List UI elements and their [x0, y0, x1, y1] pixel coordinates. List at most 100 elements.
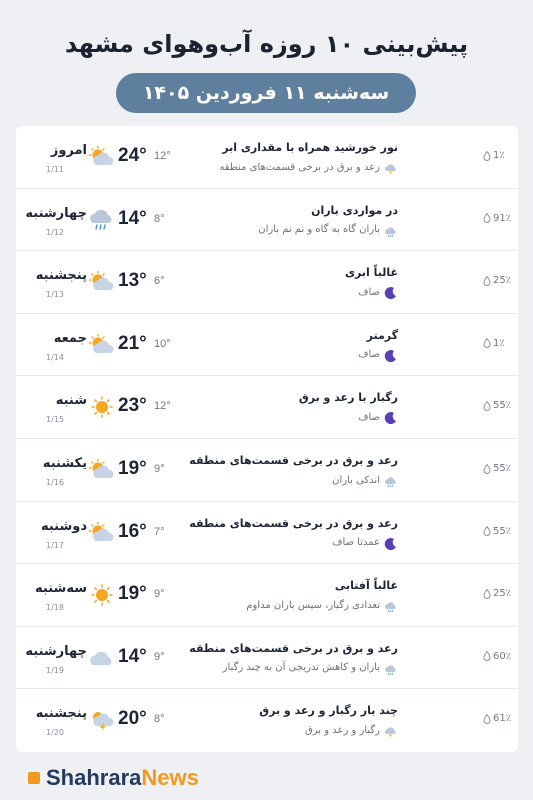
day-name: سه‌شنبه	[35, 581, 87, 597]
day-date: 1/12	[46, 227, 64, 237]
page-title: پیش‌بینی ۱۰ روزه آب‌وهوای مشهد	[64, 30, 469, 58]
day-condition: در مواردی باران	[311, 203, 398, 217]
drop-icon	[483, 275, 491, 286]
precipitation: 1٪	[483, 150, 515, 161]
brand-logo: ShahraraNews	[28, 764, 199, 792]
night-forecast: اندکی باران	[148, 473, 398, 488]
precip-value: 60٪	[493, 650, 512, 662]
day-date: 1/11	[46, 165, 64, 174]
rain-cloud-icon	[88, 209, 116, 231]
day-name: پنجشنبه	[35, 706, 87, 722]
day-date: 1/15	[46, 415, 64, 425]
precip-value: 25٪	[493, 275, 512, 287]
day-condition: رعد و برق در برخی قسمت‌های منطقه	[189, 641, 398, 655]
high-temp: 19°	[118, 458, 147, 479]
thunder-sun-icon	[88, 709, 116, 732]
forecast-row: چهارشنبه 1/12 14° 8° در مواردی باران بار…	[16, 189, 518, 252]
day-date: 1/13	[46, 290, 64, 300]
day-name: چهارشنبه	[25, 643, 87, 659]
day-name: چهارشنبه	[25, 205, 87, 221]
high-temp: 14°	[118, 207, 147, 229]
precip-value: 25٪	[493, 588, 512, 600]
day-date: 1/19	[46, 665, 64, 675]
precip-value: 61٪	[493, 713, 512, 725]
night-condition: صاف	[358, 349, 380, 361]
forecast-card: امروز 1/11 24° 12° نور خورشید همراه با م…	[16, 126, 518, 752]
rain-cloud-icon	[384, 473, 398, 488]
night-forecast: صاف	[148, 348, 398, 362]
partly-cloudy-sun-icon	[88, 270, 116, 293]
night-condition: عمدتا صاف	[332, 537, 380, 549]
forecast-row: جمعه 1/14 21° 10° گرمتر صاف 1٪	[16, 314, 518, 377]
brand-mark-icon	[28, 772, 40, 784]
night-forecast: باران و کاهش تدریجی آن به چند رگبار	[148, 661, 398, 676]
forecast-row: یکشنبه 1/16 19° 9° رعد و برق در برخی قسم…	[16, 439, 518, 502]
high-temp: 23°	[118, 395, 147, 417]
rain-cloud-icon	[384, 598, 398, 613]
drop-icon	[483, 337, 491, 349]
night-forecast: رگبار و رعد و برق	[148, 723, 398, 739]
precip-value: 1٪	[493, 150, 505, 161]
day-name: امروز	[50, 143, 87, 158]
forecast-row: دوشنبه 1/17 16° 7° رعد و برق در برخی قسم…	[16, 502, 518, 565]
night-condition: باران گاه به گاه و نم نم باران	[258, 224, 380, 236]
forecast-row: سه‌شنبه 1/18 19° 9° غالباً آفتابی تعدادی…	[16, 564, 518, 627]
drop-icon	[483, 463, 491, 474]
day-name: شنبه	[55, 393, 87, 409]
high-temp: 21°	[118, 332, 147, 354]
night-condition: باران و کاهش تدریجی آن به چند رگبار	[222, 662, 380, 674]
night-condition: اندکی باران	[332, 474, 380, 486]
high-temp: 24°	[118, 145, 147, 166]
cloud-icon	[88, 647, 116, 669]
day-condition: غالباً آفتابی	[334, 579, 398, 593]
precipitation: 60٪	[483, 651, 515, 662]
day-condition: رعد و برق در برخی قسمت‌های منطقه	[189, 516, 398, 530]
moon-icon	[384, 536, 398, 550]
partly-cloudy-sun-icon	[88, 145, 116, 168]
high-temp: 20°	[118, 708, 147, 730]
partly-cloudy-sun-icon	[88, 521, 116, 544]
precipitation: 1٪	[483, 338, 515, 349]
drop-icon	[483, 650, 491, 662]
forecast-row: امروز 1/11 24° 12° نور خورشید همراه با م…	[16, 126, 518, 189]
day-condition: رعد و برق در برخی قسمت‌های منطقه	[189, 454, 398, 467]
day-name: یکشنبه	[42, 456, 87, 471]
night-forecast: صاف	[148, 285, 398, 300]
rain-cloud-icon	[384, 661, 398, 676]
high-temp: 19°	[118, 583, 147, 605]
high-temp: 14°	[118, 645, 147, 667]
precipitation: 55٪	[483, 526, 515, 537]
drop-icon	[483, 713, 491, 724]
day-name: دوشنبه	[40, 518, 87, 534]
forecast-row: پنجشنبه 1/20 20° 8° چند بار رگبار و رعد …	[16, 689, 518, 752]
forecast-row: چهارشنبه 1/19 14° 9° رعد و برق در برخی ق…	[16, 627, 518, 690]
brand-name: ShahraraNews	[46, 765, 199, 791]
day-name: جمعه	[53, 330, 87, 346]
night-condition: رگبار و رعد و برق	[305, 724, 380, 736]
thunder-cloud-icon	[384, 160, 398, 175]
drop-icon	[483, 525, 491, 537]
forecast-row: شنبه 1/15 23° 12° رگبار با رعد و برق صاف…	[16, 376, 518, 439]
precipitation: 55٪	[483, 463, 515, 474]
night-forecast: تعدادی رگبار، سپس باران مداوم	[148, 598, 398, 613]
day-condition: غالباً ابری	[344, 266, 398, 280]
night-forecast: باران گاه به گاه و نم نم باران	[148, 223, 398, 237]
precipitation: 91٪	[483, 213, 515, 224]
forecast-row: پنجشنبه 1/13 13° 6° غالباً ابری صاف 25٪	[16, 251, 518, 314]
precip-value: 55٪	[493, 463, 512, 474]
night-condition: صاف	[358, 286, 380, 298]
day-date: 1/20	[46, 728, 64, 738]
rain-cloud-icon	[384, 223, 398, 237]
brand-suffix: News	[141, 765, 199, 790]
precip-value: 55٪	[493, 400, 512, 412]
night-condition: صاف	[358, 411, 380, 423]
drop-icon	[483, 150, 491, 161]
high-temp: 13°	[118, 270, 147, 292]
day-condition: گرمتر	[366, 328, 398, 342]
day-date: 1/18	[46, 603, 64, 613]
drop-icon	[483, 212, 491, 224]
night-forecast: عمدتا صاف	[148, 536, 398, 550]
day-name: پنجشنبه	[35, 268, 87, 284]
night-condition: رعد و برق در برخی قسمت‌های منطقه	[219, 161, 380, 173]
high-temp: 16°	[118, 520, 147, 542]
